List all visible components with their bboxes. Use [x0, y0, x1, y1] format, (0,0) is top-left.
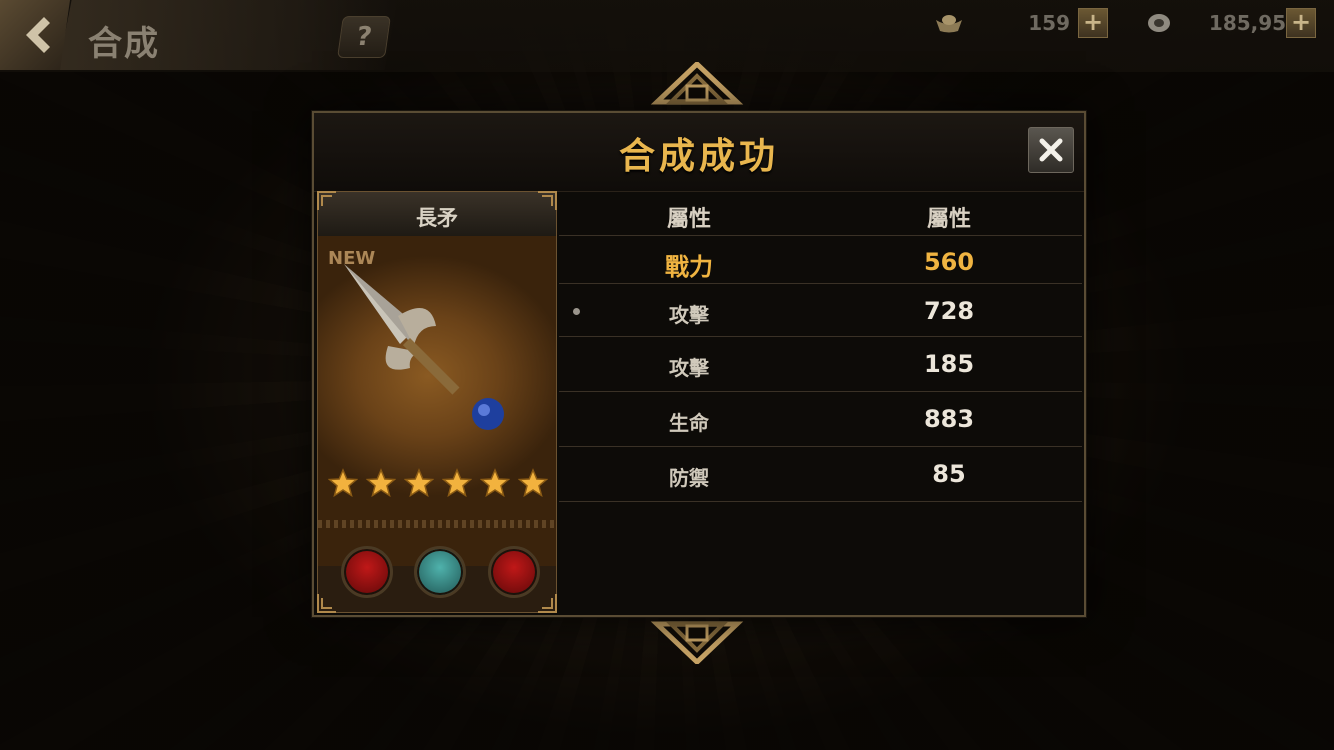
stats-header: 屬性 屬性: [559, 191, 1082, 236]
star-icon: [404, 468, 434, 498]
dialog-title: 合成成功: [618, 136, 779, 177]
corner-ornament: [317, 191, 336, 210]
item-art: NEW: [318, 236, 556, 598]
power-row: 戰力 560: [559, 235, 1082, 284]
socket-red-2[interactable]: [488, 546, 540, 598]
top-ornament: [650, 62, 744, 105]
star-icon: [328, 468, 358, 498]
currency-coin: 185,959: [1144, 8, 1300, 38]
game-screen: 合成 ? 159 + 185,959 + 合成成功 長矛 NEW 屬性 屬性 戰…: [0, 0, 1334, 750]
stat-row: 生命 883: [559, 392, 1082, 447]
add-coin-button[interactable]: +: [1286, 8, 1316, 38]
currency-ingot: 159: [934, 8, 1070, 38]
stat-label: 攻擊: [669, 303, 709, 327]
stat-value: 883: [923, 405, 975, 433]
item-card[interactable]: 長矛 NEW: [317, 191, 557, 613]
stats-table: 屬性 屬性 戰力 560 攻擊 728 攻擊 185 生命 883 防禦 85: [559, 191, 1082, 611]
item-name-bar: 長矛: [318, 192, 556, 237]
ingot-amount: 159: [1028, 11, 1070, 35]
help-button[interactable]: ?: [337, 16, 391, 58]
stat-row: 防禦 85: [559, 447, 1082, 502]
chain-divider: [318, 520, 556, 528]
stat-row: 攻擊 185: [559, 337, 1082, 392]
dialog-header: 合成成功: [314, 113, 1084, 192]
socket-red-1[interactable]: [341, 546, 393, 598]
item-name: 長矛: [416, 206, 458, 230]
header-attribute-left: 屬性: [666, 207, 711, 232]
stat-row: 攻擊 728: [559, 284, 1082, 337]
page-title: 合成: [88, 24, 160, 64]
power-label: 戰力: [665, 253, 713, 281]
header-attribute-right: 屬性: [926, 207, 971, 232]
close-button[interactable]: [1028, 127, 1074, 173]
coin-icon: [1144, 10, 1174, 36]
back-button[interactable]: [0, 0, 70, 70]
close-icon: [1039, 138, 1063, 162]
row-marker: [573, 308, 580, 315]
stat-label: 生命: [669, 411, 709, 435]
corner-ornament: [538, 594, 557, 613]
star-icon: [366, 468, 396, 498]
corner-ornament: [317, 594, 336, 613]
stat-value: 728: [923, 297, 975, 325]
back-arrow-icon: [26, 17, 50, 53]
corner-ornament: [538, 191, 557, 210]
add-ingot-button[interactable]: +: [1078, 8, 1108, 38]
coin-amount: 185,959: [1208, 11, 1300, 35]
star-icon: [480, 468, 510, 498]
power-value: 560: [923, 248, 975, 276]
stat-label: 防禦: [669, 466, 709, 490]
star-rating: [326, 468, 550, 502]
star-icon: [518, 468, 548, 498]
synthesis-result-dialog: 合成成功 長矛 NEW 屬性 屬性 戰力 560 攻擊 728 攻擊 185 生…: [312, 111, 1086, 617]
stat-value: 185: [923, 350, 975, 378]
spear-icon: [344, 264, 504, 430]
socket-teal[interactable]: [414, 546, 466, 598]
stat-value: 85: [932, 460, 966, 488]
ingot-icon: [934, 10, 964, 36]
stat-label: 攻擊: [669, 356, 709, 380]
star-icon: [442, 468, 472, 498]
